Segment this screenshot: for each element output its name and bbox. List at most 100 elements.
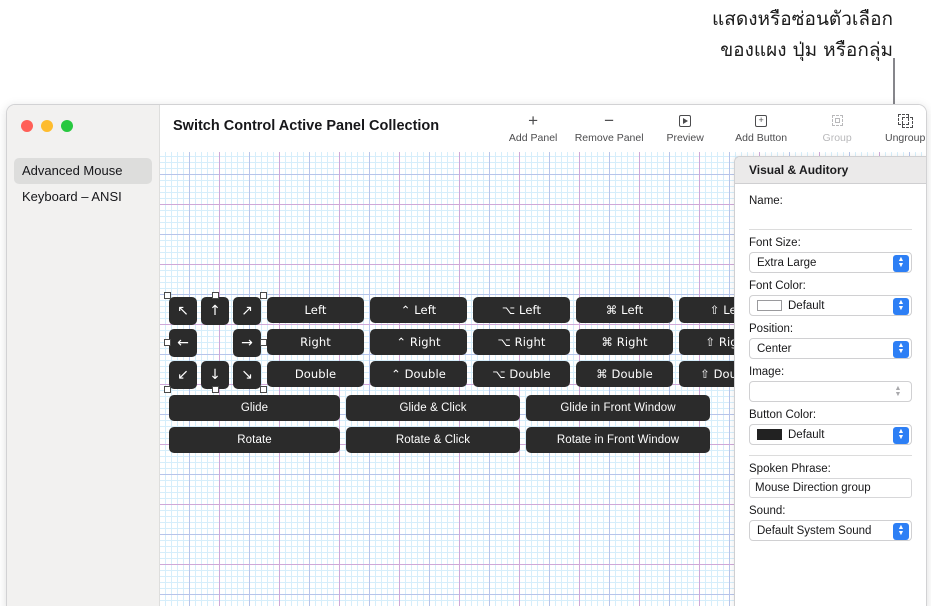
sidebar-item-keyboard-ansi[interactable]: Keyboard – ANSI: [14, 184, 152, 210]
button-control-double[interactable]: ⌃ Double: [370, 361, 467, 387]
arrow-group[interactable]: ↖ ↑ ↗ ← → ↙ ↓ ↘: [164, 292, 267, 393]
spoken-phrase-input[interactable]: Mouse Direction group: [749, 478, 912, 498]
button-color-value: Default: [788, 428, 825, 441]
button-control-left[interactable]: ⌃ Left: [370, 297, 467, 323]
arrow-row-3: ↙ ↓ ↘: [169, 361, 261, 389]
font-size-value: Extra Large: [757, 256, 817, 269]
chevron-updown-icon[interactable]: ▲ ▼: [893, 340, 909, 358]
arrow-down-left-button[interactable]: ↙: [169, 361, 197, 389]
selection-handle-s[interactable]: [212, 386, 219, 393]
chevron-updown-icon[interactable]: ▲ ▼: [893, 522, 909, 540]
toolbar-remove-panel[interactable]: − Remove Panel: [567, 111, 651, 144]
button-command-right[interactable]: ⌘ Right: [576, 329, 673, 355]
chevron-updown-icon[interactable]: ▲ ▼: [893, 254, 909, 272]
spoken-phrase-label: Spoken Phrase:: [749, 463, 831, 475]
selection-handle-se[interactable]: [260, 386, 267, 393]
toolbar-add-button-label: Add Button: [735, 132, 788, 144]
button-glide[interactable]: Glide: [169, 395, 340, 421]
arrow-up-left-button[interactable]: ↖: [169, 297, 197, 325]
toolbar-ungroup-label: Ungroup: [885, 132, 926, 144]
button-option-left[interactable]: ⌥ Left: [473, 297, 570, 323]
panel-row-3: Double ⌃ Double ⌥ Double ⌘ Double ⇧ Doub…: [267, 361, 776, 387]
button-glide-and-click[interactable]: Glide & Click: [346, 395, 520, 421]
sidebar-list: Advanced Mouse Keyboard – ANSI: [7, 158, 159, 210]
arrow-row-1: ↖ ↑ ↗: [169, 297, 261, 325]
panel-buttons: ↖ ↑ ↗ ← → ↙ ↓ ↘ Left ⌃ Left ⌥ Left ⌘ Lef…: [164, 292, 776, 459]
button-double[interactable]: Double: [267, 361, 364, 387]
preview-icon: [651, 111, 719, 130]
annotation-callout: แสดงหรือซ่อนตัวเลือก ของแผง ปุ่ม หรือกลุ…: [712, 4, 893, 66]
font-color-value: Default: [788, 299, 825, 312]
button-color-label: Button Color:: [749, 409, 817, 421]
labeled-button-columns: Left ⌃ Left ⌥ Left ⌘ Left ⇧ Left Right ⌃…: [267, 297, 776, 389]
selection-handle-sw[interactable]: [164, 386, 171, 393]
close-button[interactable]: [21, 120, 33, 132]
sidebar-item-advanced-mouse[interactable]: Advanced Mouse: [14, 158, 152, 184]
name-input[interactable]: [749, 210, 912, 230]
minus-icon: −: [604, 111, 615, 130]
arrow-up-right-button[interactable]: ↗: [233, 297, 261, 325]
arrow-down-button[interactable]: ↓: [201, 361, 229, 389]
button-rotate-and-click[interactable]: Rotate & Click: [346, 427, 520, 453]
sound-label: Sound:: [749, 505, 786, 517]
toolbar-group-label: Group: [822, 132, 852, 144]
button-color-select[interactable]: Default ▲ ▼: [749, 424, 912, 445]
arrow-down-right-button[interactable]: ↘: [233, 361, 261, 389]
toolbar-preview[interactable]: Preview: [651, 111, 719, 144]
toolbar-ungroup[interactable]: Ungroup: [871, 111, 926, 144]
group-icon: [803, 111, 871, 130]
button-right[interactable]: Right: [267, 329, 364, 355]
toolbar-remove-panel-label: Remove Panel: [574, 132, 644, 144]
selection-handle-ne[interactable]: [260, 292, 267, 299]
image-label: Image:: [749, 366, 785, 378]
position-value: Center: [757, 342, 792, 355]
panel-row-left: ↖ ↑ ↗ ← → ↙ ↓ ↘ Left ⌃ Left ⌥ Left ⌘ Lef…: [164, 292, 776, 393]
name-label: Name:: [749, 195, 783, 207]
font-size-select[interactable]: Extra Large ▲ ▼: [749, 252, 912, 273]
arrow-left-button[interactable]: ←: [169, 329, 197, 357]
chevron-updown-icon[interactable]: ▲ ▼: [893, 297, 909, 315]
screenshot-root: แสดงหรือซ่อนตัวเลือก ของแผง ปุ่ม หรือกลุ…: [0, 0, 931, 606]
selection-handle-n[interactable]: [212, 292, 219, 299]
button-command-left[interactable]: ⌘ Left: [576, 297, 673, 323]
button-control-right[interactable]: ⌃ Right: [370, 329, 467, 355]
toolbar-add-panel[interactable]: + Add Panel: [499, 111, 567, 144]
button-rotate[interactable]: Rotate: [169, 427, 340, 453]
button-glide-in-front-window[interactable]: Glide in Front Window: [526, 395, 710, 421]
font-size-label: Font Size:: [749, 237, 801, 249]
selection-handle-e[interactable]: [260, 339, 267, 346]
panel-row-2: Right ⌃ Right ⌥ Right ⌘ Right ⇧ Right: [267, 329, 776, 355]
button-left[interactable]: Left: [267, 297, 364, 323]
traffic-lights: [7, 112, 159, 138]
button-option-right[interactable]: ⌥ Right: [473, 329, 570, 355]
arrow-row-2: ← →: [169, 329, 261, 357]
toolbar-group: Group: [803, 111, 871, 144]
add-button-icon: +: [719, 111, 803, 130]
toolbar-add-button[interactable]: + Add Button: [719, 111, 803, 144]
arrow-center-empty: [201, 329, 229, 357]
arrow-right-button[interactable]: →: [233, 329, 261, 357]
position-label: Position:: [749, 323, 794, 335]
inspector-header: Visual & Auditory: [735, 157, 926, 184]
button-option-double[interactable]: ⌥ Double: [473, 361, 570, 387]
plus-icon: +: [528, 111, 539, 130]
sidebar: Advanced Mouse Keyboard – ANSI: [7, 105, 160, 606]
selection-handle-nw[interactable]: [164, 292, 171, 299]
app-window: Advanced Mouse Keyboard – ANSI Switch Co…: [6, 104, 927, 606]
button-rotate-in-front-window[interactable]: Rotate in Front Window: [526, 427, 710, 453]
toolbar-add-panel-label: Add Panel: [508, 132, 558, 144]
maximize-button[interactable]: [61, 120, 73, 132]
panel-row-glide: Glide Glide & Click Glide in Front Windo…: [169, 395, 776, 421]
arrow-up-button[interactable]: ↑: [201, 297, 229, 325]
sound-select[interactable]: Default System Sound ▲ ▼: [749, 520, 912, 541]
selection-handle-w[interactable]: [164, 339, 171, 346]
position-select[interactable]: Center ▲ ▼: [749, 338, 912, 359]
minimize-button[interactable]: [41, 120, 53, 132]
button-command-double[interactable]: ⌘ Double: [576, 361, 673, 387]
image-select[interactable]: ▲ ▼: [749, 381, 912, 402]
chevron-updown-icon[interactable]: ▲ ▼: [893, 426, 909, 444]
chevron-updown-icon[interactable]: ▲ ▼: [890, 384, 906, 401]
font-color-select[interactable]: Default ▲ ▼: [749, 295, 912, 316]
toolbar-items: + Add Panel − Remove Panel Preview + Add…: [499, 111, 926, 144]
sound-value: Default System Sound: [757, 524, 872, 537]
